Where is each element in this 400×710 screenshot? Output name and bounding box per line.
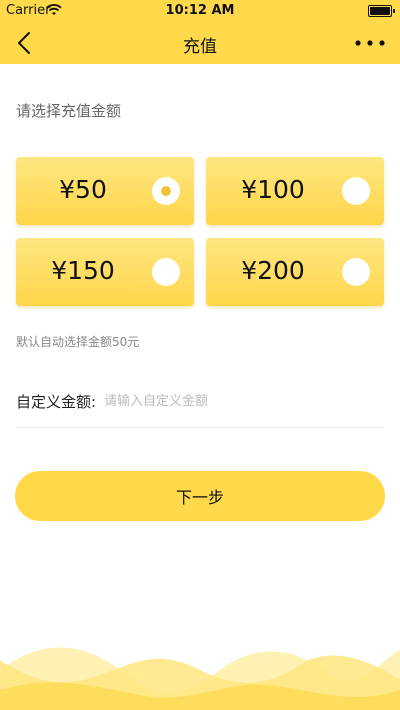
radio-selected-icon[interactable] [152, 177, 180, 205]
default-amount-hint: 默认自动选择金额50元 [16, 335, 140, 349]
decorative-waves [0, 647, 400, 710]
amount-option-50[interactable]: ¥50 [16, 157, 194, 225]
amount-label: ¥50 [59, 175, 107, 204]
radio-unselected-icon[interactable] [342, 177, 370, 205]
amount-label: ¥150 [51, 256, 115, 285]
custom-amount-label: 自定义金额: [16, 393, 97, 411]
amount-label: ¥200 [241, 256, 305, 285]
page-title: 充值 [183, 37, 217, 57]
custom-amount-input[interactable] [104, 387, 374, 415]
next-button[interactable]: 下一步 [15, 471, 385, 521]
nav-bar: 充值 [0, 22, 400, 64]
amount-option-100[interactable]: ¥100 [206, 157, 384, 225]
radio-unselected-icon[interactable] [152, 258, 180, 286]
radio-unselected-icon[interactable] [342, 258, 370, 286]
custom-amount-row: 自定义金额: [16, 385, 384, 428]
more-dots-icon[interactable] [354, 34, 386, 52]
amount-label: ¥100 [241, 175, 305, 204]
status-time: 10:12 AM [165, 3, 235, 18]
status-bar: Carrier 10:12 AM [0, 0, 400, 22]
amount-section-title: 请选择充值金额 [16, 102, 122, 120]
amount-option-150[interactable]: ¥150 [16, 238, 194, 306]
battery-icon [368, 5, 395, 17]
amount-option-200[interactable]: ¥200 [206, 238, 384, 306]
